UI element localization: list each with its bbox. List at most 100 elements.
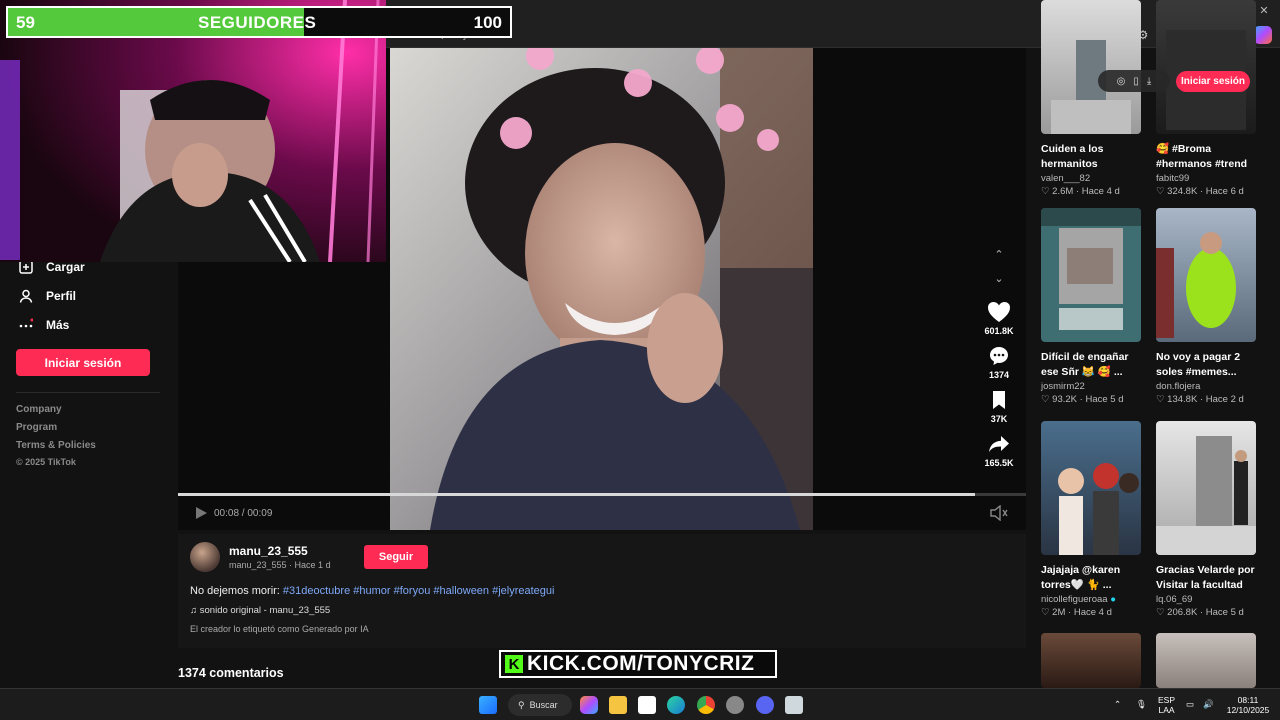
search-icon: ⚲ <box>518 699 525 710</box>
share-count: 165.5K <box>984 458 1014 468</box>
heart-outline-icon: ♡ <box>1156 186 1165 197</box>
video-progress-fill <box>178 493 976 496</box>
rec-title: Gracias Velarde por Visitar la facultad … <box>1156 564 1255 591</box>
video-image <box>390 48 813 530</box>
rec-title: Cuiden a los hermanitos riñones... <box>1041 143 1104 170</box>
list-item[interactable]: Jajajaja @karen torres🤍 🐈 ... nicollefig… <box>1041 421 1143 618</box>
video-thumbnail[interactable] <box>1041 0 1141 134</box>
heart-outline-icon: ♡ <box>1156 394 1165 405</box>
video-actions: ⌃ ⌄ 601.8K 1374 37K 165.5K <box>978 248 1020 476</box>
streamer-webcam <box>0 0 386 262</box>
video-thumbnail[interactable] <box>1041 633 1141 688</box>
device-icon[interactable]: ▯ <box>1133 76 1139 87</box>
rec-title: No voy a pagar 2 soles #memes... <box>1156 351 1241 378</box>
start-icon[interactable] <box>479 696 497 714</box>
divider <box>16 392 160 393</box>
edge-icon[interactable] <box>667 696 685 714</box>
play-icon[interactable] <box>194 506 208 520</box>
list-item[interactable]: Difícil de engañar ese Sñr 😹 🥰 ... josmi… <box>1041 208 1143 405</box>
heart-outline-icon: ♡ <box>1041 607 1050 618</box>
sidebar-login-button[interactable]: Iniciar sesión <box>16 349 150 376</box>
tray-chevron-icon[interactable]: ⌃ <box>1114 699 1121 709</box>
followers-goal: 100 <box>473 13 502 32</box>
video-thumbnail[interactable] <box>1156 208 1256 342</box>
footer-link-company[interactable]: Company <box>16 404 62 415</box>
sidebar-item-label: Perfil <box>46 289 77 303</box>
chrome-icon[interactable] <box>697 696 715 714</box>
chevron-up-icon[interactable]: ⌃ <box>991 248 1007 262</box>
rec-author[interactable]: josmirm22 <box>1041 381 1143 392</box>
description-text: No dejemos morir: <box>190 585 280 597</box>
video-thumbnail[interactable] <box>1156 421 1256 555</box>
heart-outline-icon: ♡ <box>1041 394 1050 405</box>
calculator-icon[interactable] <box>785 696 803 714</box>
list-item[interactable]: No voy a pagar 2 soles #memes... don.flo… <box>1156 208 1258 405</box>
video-thumbnail[interactable] <box>1041 208 1141 342</box>
volume-icon[interactable] <box>990 504 1008 522</box>
rec-meta: ♡ 134.8K · Hace 2 d <box>1156 394 1244 405</box>
list-item[interactable]: Cuiden a los hermanitos riñones... valen… <box>1041 0 1143 197</box>
comment-icon[interactable] <box>986 344 1012 368</box>
rec-meta: ♡ 324.8K · Hace 6 d <box>1156 186 1244 197</box>
rec-author[interactable]: valen___82 <box>1041 173 1143 184</box>
sidebar-item-label: Más <box>46 318 70 332</box>
network-icon[interactable]: ▭ <box>1186 699 1194 709</box>
hashtag-link[interactable]: #humor <box>353 585 390 597</box>
follower-goal-bar: 59 SEGUIDORES 100 <box>6 6 512 38</box>
video-thumbnail[interactable] <box>1156 633 1256 688</box>
speaker-icon[interactable]: 🔊 <box>1203 699 1214 709</box>
post-username[interactable]: manu_23_555 <box>229 544 308 558</box>
hashtag-link[interactable]: #jelyreategui <box>492 585 554 597</box>
kick-watermark: K KICK.COM/TONYCRIZ <box>499 650 777 678</box>
video-progress-bar[interactable] <box>178 493 1026 496</box>
copyright-text: © 2025 TikTok <box>16 457 76 467</box>
post-info-card: manu_23_555 manu_23_555 · Hace 1 d Segui… <box>178 534 1026 648</box>
share-icon[interactable] <box>986 432 1012 456</box>
rec-title: Difícil de engañar ese Sñr 😹 🥰 ... <box>1041 351 1129 378</box>
profile-icon <box>18 288 34 304</box>
hashtag-link[interactable]: #foryou <box>394 585 431 597</box>
compass-icon[interactable]: ◎ <box>1117 76 1126 87</box>
more-icon <box>18 317 34 333</box>
rec-author[interactable]: nicollefigueroaa ● <box>1041 594 1143 605</box>
footer-link-terms[interactable]: Terms & Policies <box>16 440 96 451</box>
download-icon[interactable]: ⤓ <box>1147 76 1151 87</box>
page-tools: ◎ ▯ ⤓ <box>1098 70 1170 92</box>
clock[interactable]: 08:11 12/10/2025 <box>1224 695 1272 715</box>
verified-icon: ● <box>1110 594 1116 605</box>
bookmark-icon[interactable] <box>986 388 1012 412</box>
language-indicator[interactable]: ESP LAA <box>1158 695 1175 715</box>
video-frame[interactable] <box>390 48 813 530</box>
sound-link[interactable]: ♫ sonido original - manu_23_555 <box>190 605 330 616</box>
rec-author[interactable]: fabitc99 <box>1156 173 1258 184</box>
follow-button[interactable]: Seguir <box>364 545 428 569</box>
sidebar-item-profile[interactable]: Perfil <box>18 288 76 304</box>
video-thumbnail[interactable] <box>1041 421 1141 555</box>
heart-icon[interactable] <box>986 300 1012 324</box>
rec-author[interactable]: don.flojera <box>1156 381 1258 392</box>
chevron-down-icon[interactable]: ⌄ <box>991 272 1007 286</box>
ai-generated-label: El creador lo etiquetó como Generado por… <box>190 624 369 634</box>
copilot-icon[interactable] <box>580 696 598 714</box>
video-thumbnail[interactable] <box>1156 0 1256 134</box>
discord-icon[interactable] <box>756 696 774 714</box>
footer-link-program[interactable]: Program <box>16 422 57 433</box>
screen: { "overlay": { "followers_current": "59"… <box>0 0 1280 720</box>
like-count: 601.8K <box>984 326 1014 336</box>
hashtag-link[interactable]: #31deoctubre <box>283 585 350 597</box>
list-item[interactable]: 🥰 #Broma #hermanos #trend fabitc99 ♡ 324… <box>1156 0 1258 197</box>
store-icon[interactable] <box>638 696 656 714</box>
file-explorer-icon[interactable] <box>609 696 627 714</box>
taskbar-search[interactable]: ⚲ Buscar <box>508 694 572 716</box>
avatar[interactable] <box>190 542 220 572</box>
rec-author[interactable]: lq.06_69 <box>1156 594 1258 605</box>
obs-icon[interactable] <box>726 696 744 714</box>
hashtag-link[interactable]: #halloween <box>433 585 489 597</box>
webcam-image <box>0 0 386 262</box>
rec-meta: ♡ 93.2K · Hace 5 d <box>1041 394 1124 405</box>
header-login-button[interactable]: Iniciar sesión <box>1176 71 1250 92</box>
sidebar-item-more[interactable]: Más <box>18 317 69 333</box>
list-item[interactable]: Gracias Velarde por Visitar la facultad … <box>1156 421 1258 618</box>
windows-taskbar: ⚲ Buscar ⌃ 🎙 ESP LAA ▭ 🔊 08:11 12/10/2025 <box>0 688 1280 720</box>
microphone-icon[interactable]: 🎙 <box>1136 699 1147 709</box>
